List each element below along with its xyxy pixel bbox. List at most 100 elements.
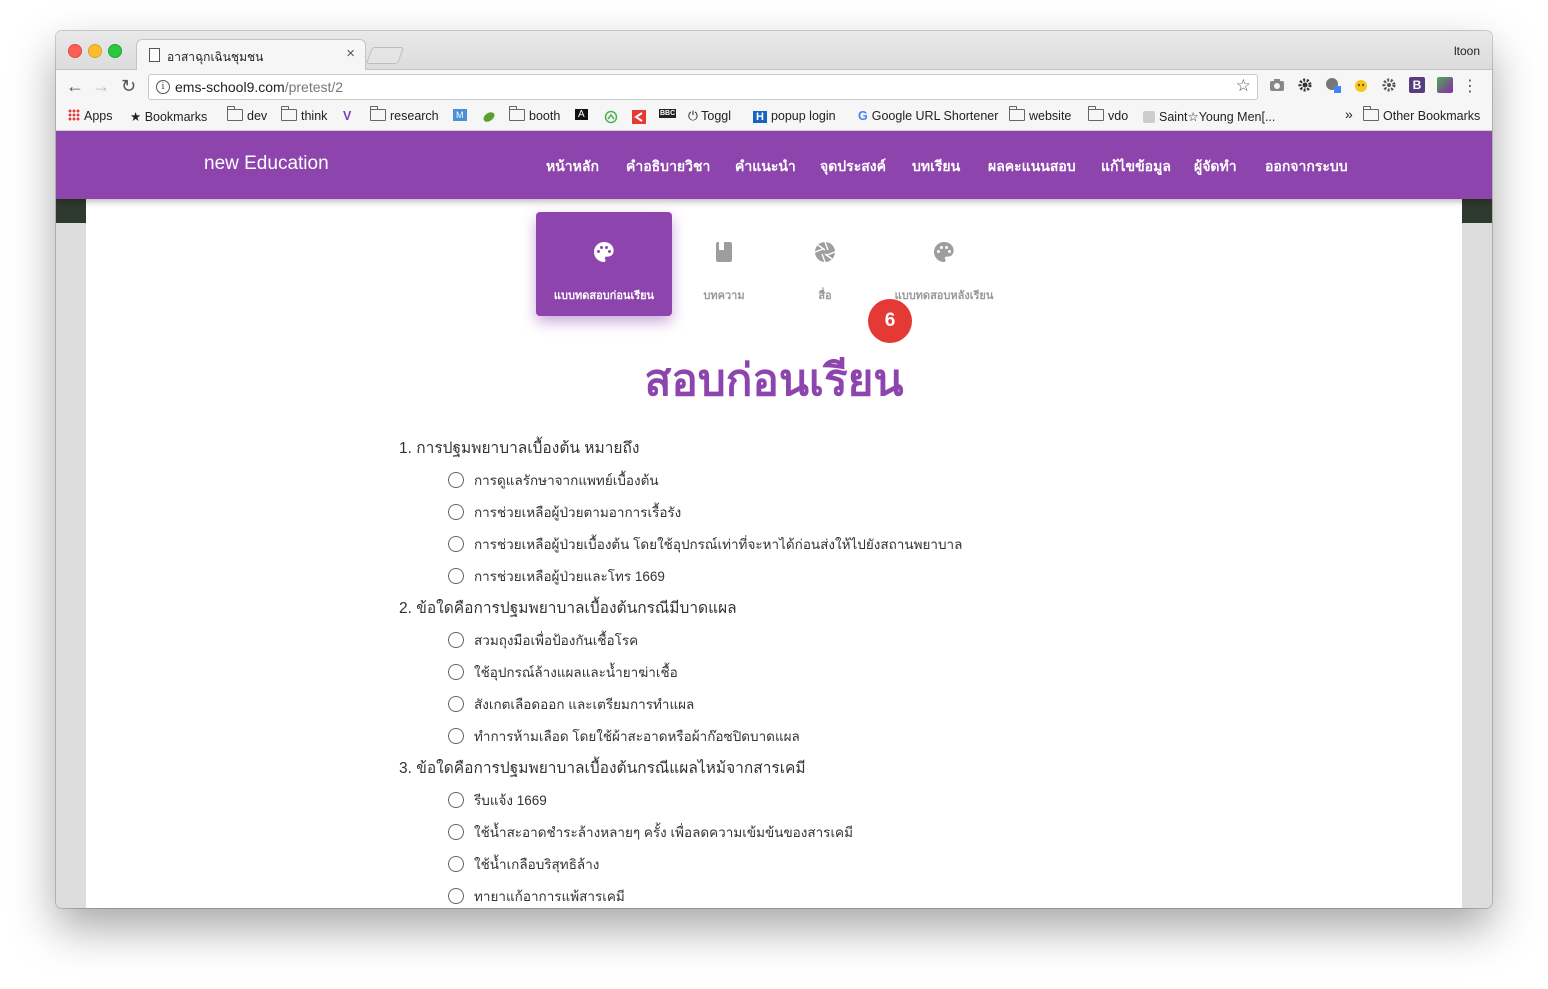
tab-pretest[interactable]: แบบทดสอบก่อนเรียน <box>536 212 672 316</box>
bookmark-star-icon[interactable]: ☆ <box>1236 76 1251 96</box>
google-extension-icon[interactable] <box>1325 77 1341 93</box>
url-text[interactable]: ems-school9.com/pretest/2 <box>175 79 343 95</box>
radio-button[interactable] <box>448 696 464 712</box>
s-bookmark-icon[interactable] <box>632 110 646 124</box>
bookmark-bookmarks[interactable]: ★ Bookmarks <box>130 109 207 124</box>
question-1: 1. การปฐมพยาบาลเบื้องต้น หมายถึง <box>399 440 640 457</box>
nav-lessons[interactable]: บทเรียน <box>912 156 960 178</box>
choice-3-4[interactable]: ทายาแก้อาการแพ้สารเคมี <box>448 885 625 907</box>
gear-icon[interactable] <box>1297 77 1313 93</box>
image-extension-icon[interactable] <box>1437 77 1453 93</box>
bootstrap-icon[interactable]: B <box>1409 77 1425 93</box>
tab-close-button[interactable]: × <box>346 45 355 62</box>
profile-name[interactable]: ltoon <box>1454 44 1480 58</box>
bookmark-folder-vdo[interactable]: vdo <box>1088 106 1128 123</box>
choice-3-3[interactable]: ใช้น้ำเกลือบริสุทธิล้าง <box>448 853 599 875</box>
folder-icon <box>227 106 243 121</box>
bookmark-toggl[interactable]: ⏻ Toggl <box>688 109 731 124</box>
tab-label: สื่อ <box>818 290 832 302</box>
close-window-button[interactable] <box>68 44 82 58</box>
radio-button[interactable] <box>448 568 464 584</box>
radio-button[interactable] <box>448 824 464 840</box>
maximize-window-button[interactable] <box>108 44 122 58</box>
radio-button[interactable] <box>448 472 464 488</box>
nav-edit-profile[interactable]: แก้ไขข้อมูล <box>1101 156 1171 178</box>
bookmark-apps[interactable]: Apps <box>68 109 113 123</box>
info-icon[interactable]: i <box>156 80 170 94</box>
choice-1-1[interactable]: การดูแลรักษาจากแพทย์เบื้องต้น <box>448 469 659 491</box>
bookmark-folder-website[interactable]: website <box>1009 106 1071 123</box>
choice-label: ใช้น้ำเกลือบริสุทธิล้าง <box>474 857 600 872</box>
reload-button[interactable]: ↻ <box>121 76 136 96</box>
folder-icon <box>370 106 386 121</box>
radio-button[interactable] <box>448 856 464 872</box>
radio-button[interactable] <box>448 664 464 680</box>
choice-2-2[interactable]: ใช้อุปกรณ์ล้างแผลและน้ำยาฆ่าเชื้อ <box>448 661 678 683</box>
radio-button[interactable] <box>448 728 464 744</box>
choice-2-3[interactable]: สังเกตเลือดออก และเตรียมการทำแผล <box>448 693 694 715</box>
folder-icon <box>509 106 525 121</box>
nav-scores[interactable]: ผลคะแนนสอบ <box>988 156 1076 178</box>
leaf-bookmark-icon[interactable] <box>482 110 496 124</box>
camera-icon[interactable] <box>1269 77 1285 93</box>
browser-window: อาสาฉุกเฉินชุมชน × ltoon ← → ↻ i ems-sch… <box>56 31 1492 908</box>
bookmark-saint-young-men[interactable]: Saint☆Young Men[... <box>1143 109 1275 124</box>
palette-icon <box>594 242 614 262</box>
radio-button[interactable] <box>448 792 464 808</box>
bookmark-popup-login[interactable]: Hpopup login <box>753 109 836 123</box>
choice-label: รีบแจ้ง 1669 <box>474 793 547 808</box>
choice-1-2[interactable]: การช่วยเหลือผู้ป่วยตามอาการเรื้อรัง <box>448 501 681 523</box>
browser-menu-icon[interactable]: ⋮ <box>1462 76 1478 96</box>
nav-authors[interactable]: ผู้จัดทำ <box>1194 156 1237 178</box>
choice-1-3[interactable]: การช่วยเหลือผู้ป่วยเบื้องต้น โดยใช้อุปกร… <box>448 533 962 555</box>
bookmark-label: Other Bookmarks <box>1383 109 1481 123</box>
bookmark-folder-other[interactable]: Other Bookmarks <box>1363 106 1481 123</box>
choice-3-1[interactable]: รีบแจ้ง 1669 <box>448 789 547 811</box>
choice-2-4[interactable]: ทำการห้ามเลือด โดยใช้ผ้าสะอาดหรือผ้าก๊อซ… <box>448 725 800 747</box>
choice-2-1[interactable]: สวมถุงมือเพื่อป้องกันเชื้อโรค <box>448 629 638 651</box>
nav-logout[interactable]: ออกจากระบบ <box>1265 156 1348 178</box>
page-title: สอบก่อนเรียน <box>644 356 904 405</box>
nav-home[interactable]: หน้าหลัก <box>546 156 599 178</box>
tab-media[interactable]: สื่อ <box>757 212 893 316</box>
nav-advice[interactable]: คำแนะนำ <box>735 156 796 178</box>
a-bookmark-icon[interactable]: A <box>575 109 588 120</box>
address-bar[interactable]: i ems-school9.com/pretest/2 ☆ <box>148 74 1258 100</box>
bookmark-google-url-shortener[interactable]: G Google URL Shortener <box>858 109 998 123</box>
page-viewport: แบบทดสอบก่อนเรียน บทความ สื่อ แบบทดสอบหล… <box>56 131 1492 908</box>
bookmarks-overflow-button[interactable]: » <box>1345 106 1353 122</box>
bookmark-label: research <box>390 109 439 123</box>
bookmark-folder-booth[interactable]: booth <box>509 106 561 123</box>
bookmark-folder-research[interactable]: research <box>370 106 439 123</box>
radio-button[interactable] <box>448 504 464 520</box>
radio-button[interactable] <box>448 632 464 648</box>
choice-label: การช่วยเหลือผู้ป่วยเบื้องต้น โดยใช้อุปกร… <box>474 537 963 552</box>
bbc-bookmark-icon[interactable]: BBC <box>659 109 677 118</box>
browser-tab-active[interactable]: อาสาฉุกเฉินชุมชน × <box>136 39 366 71</box>
browser-toolbar: ← → ↻ i ems-school9.com/pretest/2 ☆ B ⋮ <box>56 70 1492 103</box>
question-3: 3. ข้อใดคือการปฐมพยาบาลเบื้องต้นกรณีแผลไ… <box>399 760 806 777</box>
forward-button[interactable]: → <box>92 76 110 96</box>
v-bookmark-icon[interactable]: V <box>343 109 351 123</box>
nav-course-description[interactable]: คำอธิบายวิชา <box>626 156 710 178</box>
m-bookmark-icon[interactable]: M <box>453 109 467 121</box>
chart-bookmark-icon[interactable] <box>604 110 618 124</box>
bookmark-folder-dev[interactable]: dev <box>227 106 267 123</box>
bookmarks-bar: Apps ★ Bookmarks dev think V research M … <box>56 103 1492 131</box>
honey-icon[interactable] <box>1353 77 1369 93</box>
site-navbar: new Education หน้าหลัก คำอธิบายวิชา คำแน… <box>56 131 1492 199</box>
choice-1-4[interactable]: การช่วยเหลือผู้ป่วยและโทร 1669 <box>448 565 665 587</box>
bookmark-label: Google URL Shortener <box>871 109 999 123</box>
radio-button[interactable] <box>448 536 464 552</box>
choice-label: ทายาแก้อาการแพ้สารเคมี <box>474 889 625 904</box>
settings-extension-icon[interactable] <box>1381 77 1397 93</box>
new-tab-button[interactable] <box>365 47 405 64</box>
site-brand[interactable]: new Education <box>204 153 329 175</box>
bookmark-label: booth <box>529 109 561 123</box>
back-button[interactable]: ← <box>66 76 84 96</box>
choice-3-2[interactable]: ใช้น้ำสะอาดชำระล้างหลายๆ ครั้ง เพื่อลดคว… <box>448 821 853 843</box>
radio-button[interactable] <box>448 888 464 904</box>
minimize-window-button[interactable] <box>88 44 102 58</box>
bookmark-folder-think[interactable]: think <box>281 106 327 123</box>
nav-objectives[interactable]: จุดประสงค์ <box>820 156 886 178</box>
